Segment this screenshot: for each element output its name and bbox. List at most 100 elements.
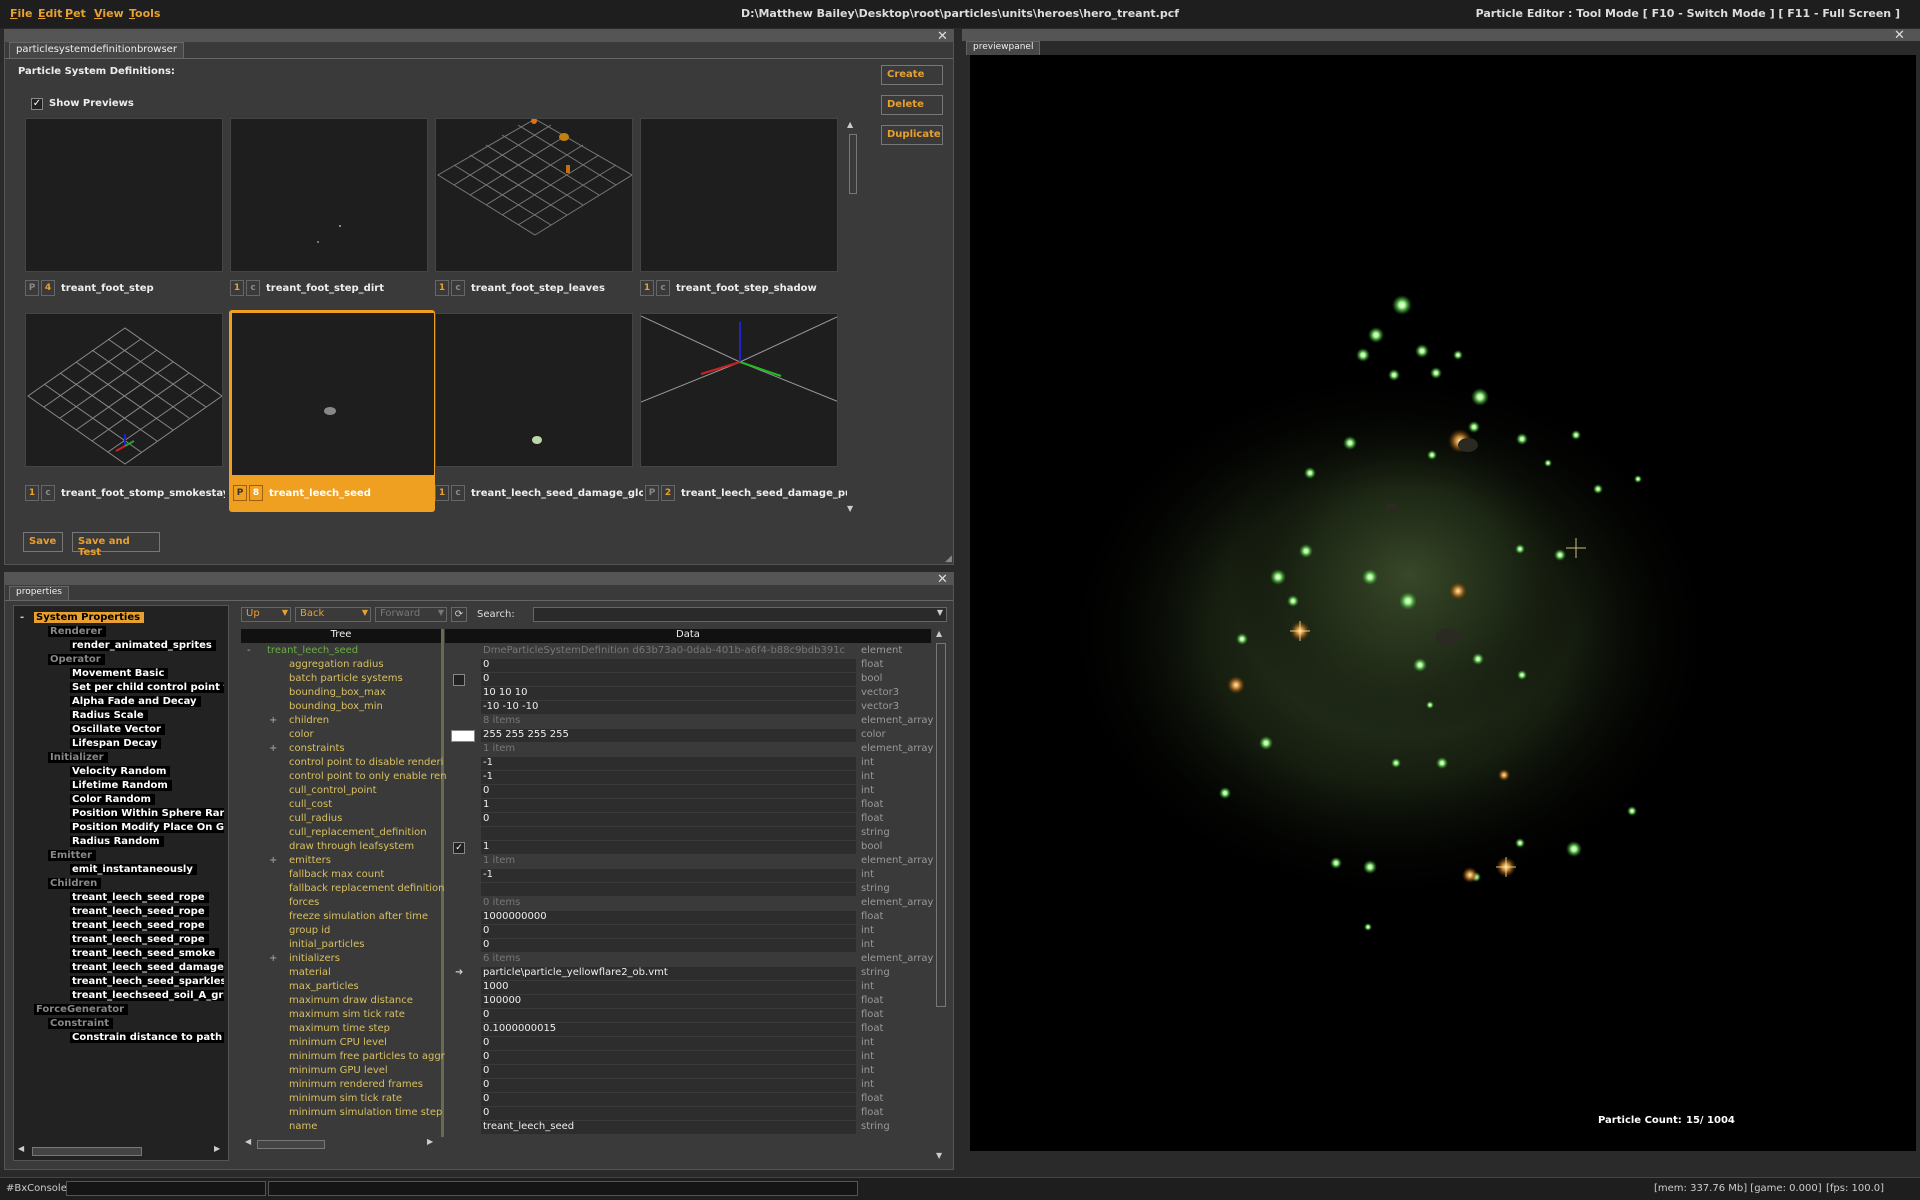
tree-item[interactable]: Lifespan Decay: [70, 738, 224, 752]
property-row[interactable]: minimum simulation time step 0 float: [245, 1107, 931, 1121]
search-input[interactable]: ▼: [533, 607, 947, 622]
property-row[interactable]: aggregation radius 0 float: [245, 659, 931, 673]
property-row[interactable]: + children 8 items element_array: [245, 715, 933, 729]
tree-item[interactable]: -Emitter: [48, 850, 238, 864]
property-value[interactable]: particle\particle_yellowflare2_ob.vmt: [481, 967, 856, 980]
property-row[interactable]: + emitters 1 item element_array: [245, 855, 933, 869]
thumb-label[interactable]: 1 c treant_foot_step_shadow: [640, 280, 840, 298]
collapse-icon[interactable]: -: [247, 645, 251, 656]
console-input[interactable]: [66, 1181, 266, 1196]
property-row[interactable]: fallback max count -1 int: [245, 869, 931, 883]
property-value[interactable]: [481, 883, 856, 896]
property-row[interactable]: minimum CPU level 0 int: [245, 1037, 931, 1051]
save-button[interactable]: Save: [23, 532, 63, 552]
tree-item[interactable]: - System Properties: [20, 612, 224, 626]
property-value[interactable]: 0: [481, 785, 856, 798]
scroll-left-icon[interactable]: ◀: [245, 1137, 251, 1146]
thumb-preview[interactable]: [435, 118, 633, 272]
scroll-down-icon[interactable]: ▼: [847, 504, 853, 513]
thumb-label[interactable]: 1 c treant_foot_step_leaves: [435, 280, 635, 298]
property-row[interactable]: draw through leafsystem ✓ 1 bool: [245, 841, 931, 855]
property-row[interactable]: minimum rendered frames 0 int: [245, 1079, 931, 1093]
delete-button[interactable]: Delete: [881, 95, 943, 115]
scroll-down-icon[interactable]: ▼: [936, 1151, 942, 1160]
thumb-preview[interactable]: [25, 313, 223, 467]
property-row[interactable]: + initializers 6 items element_array: [245, 953, 933, 967]
property-row[interactable]: cull_radius 0 float: [245, 813, 931, 827]
tree-item[interactable]: Velocity Random: [70, 766, 224, 780]
tab-previewpanel[interactable]: previewpanel: [966, 41, 1041, 55]
property-value[interactable]: 0: [481, 1037, 856, 1050]
property-value[interactable]: 0: [481, 939, 856, 952]
tree-item[interactable]: treant_leech_seed_damage_: [70, 962, 224, 976]
duplicate-button[interactable]: Duplicate: [881, 125, 943, 145]
tree-item[interactable]: treant_leechseed_soil_A_gro: [70, 990, 224, 1004]
property-value[interactable]: 0: [481, 1079, 856, 1092]
tree-item[interactable]: Position Modify Place On Gro: [70, 822, 224, 836]
property-value[interactable]: 0: [481, 925, 856, 938]
property-row[interactable]: bounding_box_max 10 10 10 vector3: [245, 687, 931, 701]
property-row[interactable]: maximum time step 0.1000000015 float: [245, 1023, 931, 1037]
property-value[interactable]: 1: [481, 841, 856, 854]
property-row[interactable]: fallback replacement definition string: [245, 883, 931, 897]
create-button[interactable]: Create: [881, 65, 943, 85]
thumb-preview[interactable]: [640, 118, 838, 272]
property-value[interactable]: 10 10 10: [481, 687, 856, 700]
tree-item[interactable]: Constrain distance to path be: [70, 1032, 224, 1046]
tree-item[interactable]: Oscillate Vector: [70, 724, 224, 738]
thumb-scrollbar[interactable]: ▲ ▼: [847, 120, 859, 516]
show-previews-checkbox[interactable]: ✓: [31, 98, 43, 110]
property-value[interactable]: 0: [481, 813, 856, 826]
tree-item[interactable]: treant_leech_seed_rope: [70, 892, 224, 906]
tree-item[interactable]: Position Within Sphere Rando: [70, 808, 224, 822]
thumb-label[interactable]: 1 c treant_foot_step_dirt: [230, 280, 430, 298]
property-value[interactable]: 0: [481, 659, 856, 672]
property-value[interactable]: treant_leech_seed: [481, 1121, 856, 1134]
property-value[interactable]: -1: [481, 869, 856, 882]
scroll-thumb[interactable]: [849, 134, 857, 194]
tree-item[interactable]: emit_instantaneously: [70, 864, 224, 878]
thumb-preview[interactable]: [25, 118, 223, 272]
property-value[interactable]: 0: [481, 1093, 856, 1106]
property-row[interactable]: minimum sim tick rate 0 float: [245, 1093, 931, 1107]
collapse-icon[interactable]: -: [20, 612, 34, 623]
property-row[interactable]: max_particles 1000 int: [245, 981, 931, 995]
property-value[interactable]: 0: [481, 1051, 856, 1064]
tree-item[interactable]: -Initializer: [48, 752, 238, 766]
tree-item[interactable]: -Constraint: [48, 1018, 238, 1032]
tree-hscrollbar[interactable]: ◀ ▶: [18, 1144, 224, 1158]
property-row[interactable]: minimum GPU level 0 int: [245, 1065, 931, 1079]
property-row[interactable]: cull_replacement_definition string: [245, 827, 931, 841]
thumb-label-selected[interactable]: P 8 treant_leech_seed: [233, 485, 431, 503]
close-icon[interactable]: ✕: [937, 573, 948, 586]
bool-checkbox[interactable]: [453, 674, 465, 686]
property-value[interactable]: -10 -10 -10: [481, 701, 856, 714]
resize-grip-icon[interactable]: ◢: [945, 554, 952, 564]
tab-properties[interactable]: properties: [9, 586, 69, 600]
tree-item[interactable]: -Operator: [48, 654, 238, 668]
browse-arrow-icon[interactable]: ➜: [455, 967, 463, 978]
property-row[interactable]: color 255 255 255 255 color: [245, 729, 931, 743]
property-row[interactable]: cull_control_point 0 int: [245, 785, 931, 799]
property-value[interactable]: 1: [481, 799, 856, 812]
property-value[interactable]: -1: [481, 771, 856, 784]
property-value[interactable]: 100000: [481, 995, 856, 1008]
tree-item[interactable]: treant_leech_seed_sparkles: [70, 976, 224, 990]
tree-item[interactable]: -Children: [48, 878, 238, 892]
tree-item[interactable]: Alpha Fade and Decay: [70, 696, 224, 710]
tab-particlesystemdefinitionbrowser[interactable]: particlesystemdefinitionbrowser: [9, 42, 184, 58]
scroll-right-icon[interactable]: ▶: [214, 1144, 220, 1153]
property-row[interactable]: minimum free particles to aggr 0 int: [245, 1051, 931, 1065]
scroll-right-icon[interactable]: ▶: [427, 1137, 433, 1146]
forward-dropdown[interactable]: Forward ▼: [375, 607, 447, 622]
scroll-up-icon[interactable]: ▲: [936, 629, 942, 638]
property-row-root[interactable]: - treant_leech_seed DmeParticleSystemDef…: [245, 645, 931, 659]
tree-pane[interactable]: -System Properties- Renderer render_animat…: [13, 605, 229, 1161]
scroll-left-icon[interactable]: ◀: [18, 1144, 24, 1153]
expand-icon[interactable]: +: [269, 855, 277, 866]
property-row[interactable]: initial_particles 0 int: [245, 939, 931, 953]
thumb-label[interactable]: P 4 treant_foot_step: [25, 280, 225, 298]
close-icon[interactable]: ✕: [937, 30, 948, 43]
expand-icon[interactable]: +: [269, 953, 277, 964]
property-row[interactable]: name treant_leech_seed string: [245, 1121, 931, 1135]
